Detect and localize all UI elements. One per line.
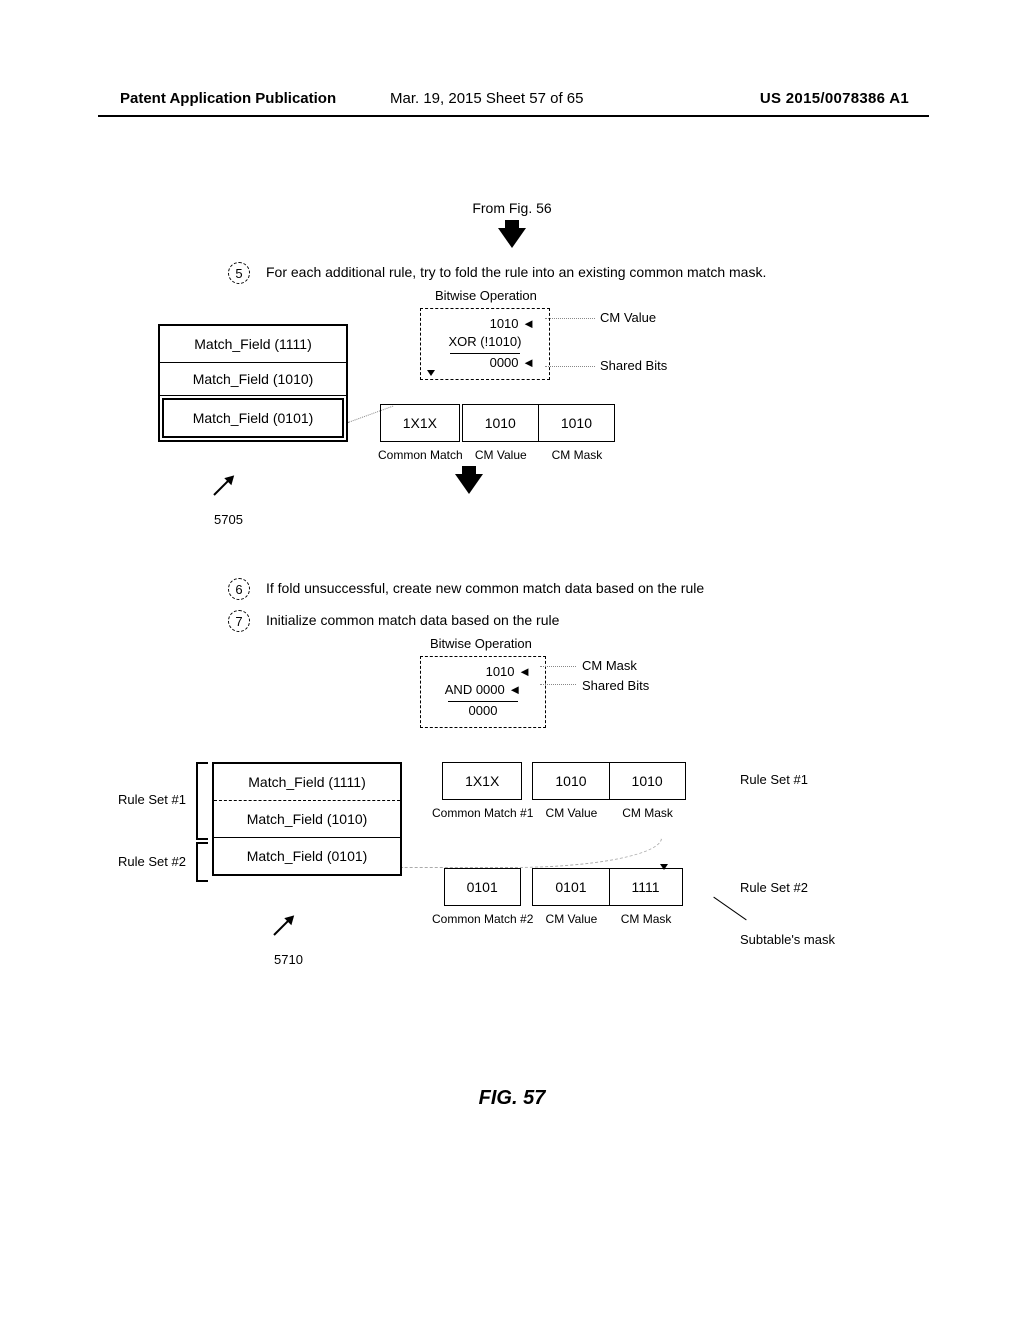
ref-5705-arrow: [210, 472, 240, 502]
bitbox2-l2: AND 0000 ◄: [435, 681, 531, 699]
tb1-val-col: 1010 CM Value: [463, 404, 539, 462]
rs1-label-left: Rule Set #1: [118, 792, 186, 807]
tb2b-val: 0101: [532, 868, 609, 906]
subtable-label: Subtable's mask: [740, 932, 835, 947]
triplebox-1: 1X1X Common Match 1010 CM Value 1010 CM …: [378, 404, 615, 462]
ref-5705: 5705: [214, 512, 243, 527]
figure-caption: FIG. 57: [0, 1087, 1024, 1110]
step-7-num: 7: [228, 610, 250, 632]
tb2b-cm: 0101: [444, 868, 521, 906]
ref-5710-arrow: [270, 912, 300, 942]
tb2a-cm: 1X1X: [442, 762, 522, 800]
tb1-val: 1010: [462, 404, 539, 442]
mf2-row0: Match_Field (1111): [214, 764, 400, 801]
tb2a-mask-col: 1010 CM Mask: [610, 762, 686, 820]
bitbox2-l3: 0000: [435, 702, 531, 720]
mf2-row1: Match_Field (1010): [214, 801, 400, 838]
tb2b-cm-col: 0101 Common Match #2: [432, 868, 533, 926]
rs1-label-right: Rule Set #1: [740, 772, 808, 787]
header-left: Patent Application Publication: [120, 90, 336, 107]
bitbox2-l1: 1010 ◄: [435, 663, 531, 681]
bitbox1-out-arrow: [427, 370, 435, 376]
tb1-cm-col: 1X1X Common Match: [378, 404, 463, 462]
rs2-label-right: Rule Set #2: [740, 880, 808, 895]
tb1-mask-lbl: CM Mask: [552, 448, 603, 462]
shared-bits-lbl2: Shared Bits: [582, 678, 649, 693]
tb1-cm-lbl: Common Match: [378, 448, 463, 462]
bracket-rs2: [196, 842, 208, 882]
tb2a-val-lbl: CM Value: [546, 806, 598, 820]
step-6: 6 If fold unsuccessful, create new commo…: [228, 578, 1024, 600]
tb2a-mask-lbl: CM Mask: [622, 806, 673, 820]
tb2b-val-lbl: CM Value: [546, 912, 598, 926]
tb2a-cm-col: 1X1X Common Match #1: [432, 762, 533, 820]
triplebox-2a: 1X1X Common Match #1 1010 CM Value 1010 …: [432, 762, 686, 820]
mf2-row2: Match_Field (0101): [214, 838, 400, 874]
step-5-text: For each additional rule, try to fold th…: [266, 262, 766, 280]
bitbox1-l2: XOR (!1010): [435, 333, 535, 351]
rs2-label-left: Rule Set #2: [118, 854, 186, 869]
arrow-down-icon: [498, 228, 526, 248]
ref-5710: 5710: [274, 952, 303, 967]
bitbox1-l1: 1010 ◄: [435, 315, 535, 333]
dashed-curve: [402, 838, 662, 868]
mf1-row0: Match_Field (1111): [160, 326, 346, 363]
step-7: 7 Initialize common match data based on …: [228, 610, 1024, 632]
tb2b-cm-lbl: Common Match #2: [432, 912, 533, 926]
tb2a-mask: 1010: [609, 762, 686, 800]
tb2b-mask-col: 1111 CM Mask: [610, 868, 683, 926]
leader-cmv: [545, 318, 595, 319]
leader-shared2: [540, 684, 576, 685]
step-7-text: Initialize common match data based on th…: [266, 610, 559, 628]
matchfield-table-2: Match_Field (1111) Match_Field (1010) Ma…: [212, 762, 402, 876]
from-fig-label: From Fig. 56: [0, 200, 1024, 216]
step-5-num: 5: [228, 262, 250, 284]
shared-bits-lbl: Shared Bits: [600, 358, 667, 373]
section-67-diagram: Bitwise Operation 1010 ◄ AND 0000 ◄ 0000…: [0, 642, 1024, 1042]
matchfield-table-1: Match_Field (1111) Match_Field (1010) Ma…: [158, 324, 348, 442]
step-6-num: 6: [228, 578, 250, 600]
step-5: 5 For each additional rule, try to fold …: [228, 262, 1024, 284]
tb2b-val-col: 0101 CM Value: [533, 868, 609, 926]
header-rule: [98, 115, 929, 117]
bitop-label-1: Bitwise Operation: [435, 288, 537, 303]
subtable-leader: [713, 897, 746, 921]
tb1-val-lbl: CM Value: [475, 448, 527, 462]
section-5-diagram: Bitwise Operation 1010 ◄ XOR (!1010) 000…: [0, 294, 1024, 564]
bitbox-2: 1010 ◄ AND 0000 ◄ 0000: [420, 656, 546, 728]
tb2b-mask-lbl: CM Mask: [621, 912, 672, 926]
curve-arrowhead: [660, 864, 668, 870]
tb1-mask-col: 1010 CM Mask: [539, 404, 615, 462]
bitbox-1: 1010 ◄ XOR (!1010) 0000 ◄: [420, 308, 550, 380]
bracket-rs1: [196, 762, 208, 840]
mf1-row2: Match_Field (0101): [162, 398, 344, 438]
bitop-label-2: Bitwise Operation: [430, 636, 532, 651]
tb2a-cm-lbl: Common Match #1: [432, 806, 533, 820]
leader-cmmask2: [540, 666, 576, 667]
arrow-mid-wrap: [455, 474, 483, 494]
cm-mask-lbl2: CM Mask: [582, 658, 637, 673]
leader-shared: [545, 366, 595, 367]
tb1-cm: 1X1X: [380, 404, 460, 442]
cm-value-lbl: CM Value: [600, 310, 656, 325]
tb1-mask: 1010: [538, 404, 615, 442]
tb2b-mask: 1111: [609, 868, 683, 906]
header-mid: Mar. 19, 2015 Sheet 57 of 65: [390, 90, 583, 107]
tb2a-val-col: 1010 CM Value: [533, 762, 609, 820]
arrow-down-icon-2: [455, 474, 483, 494]
bitbox1-l3: 0000 ◄: [435, 354, 535, 372]
page-header: Patent Application Publication Mar. 19, …: [0, 90, 1024, 107]
triplebox-2b: 0101 Common Match #2 0101 CM Value 1111 …: [432, 868, 683, 926]
step-6-text: If fold unsuccessful, create new common …: [266, 578, 704, 596]
tb2a-val: 1010: [532, 762, 609, 800]
header-right: US 2015/0078386 A1: [760, 90, 909, 107]
mf1-row1: Match_Field (1010): [160, 363, 346, 396]
